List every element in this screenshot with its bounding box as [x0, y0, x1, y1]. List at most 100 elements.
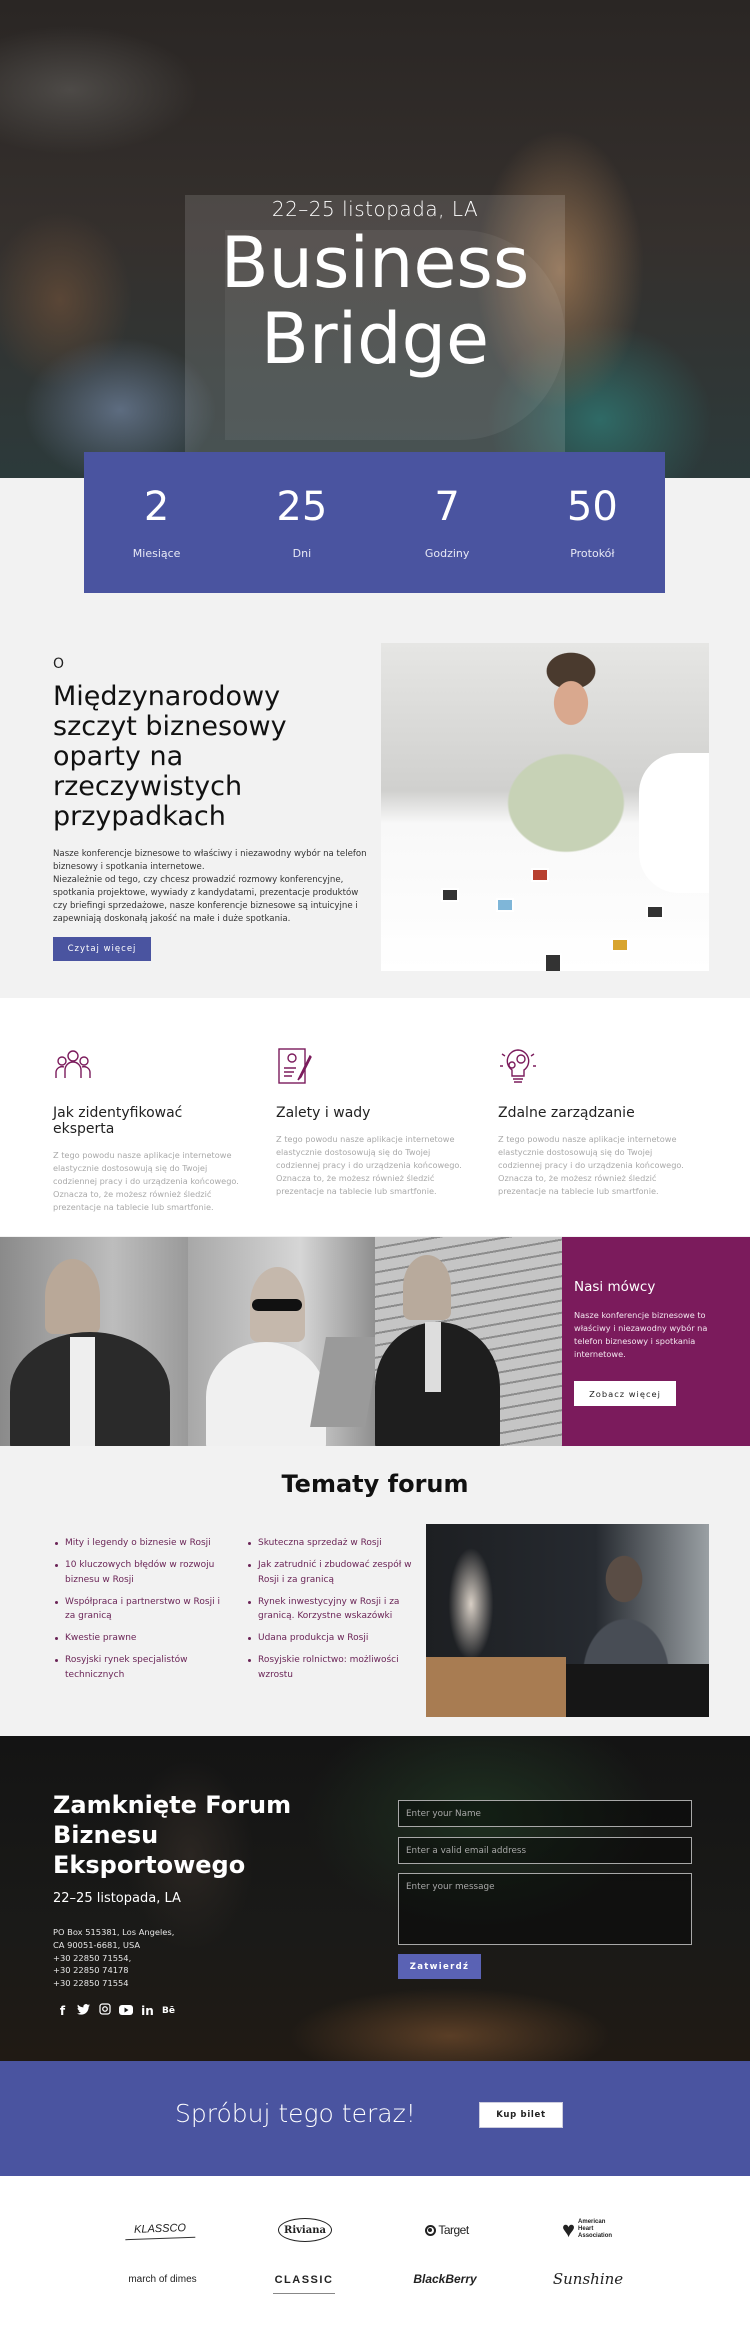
feature-item: Jak zidentyfikować eksperta Z tego powod…: [53, 1046, 243, 1214]
logo-target: Target: [418, 2220, 476, 2240]
countdown-hours: 7 Godziny: [375, 452, 520, 593]
about-eyebrow: O: [53, 656, 65, 672]
topics-image-presentation: [426, 1524, 709, 1717]
countdown-value: 25: [276, 484, 328, 530]
about-text: Nasze konferencje biznesowe to właściwy …: [53, 848, 373, 926]
topic-item: Kwestie prawne: [53, 1631, 228, 1646]
topics-title: Tematy forum: [281, 1470, 469, 1498]
topic-item: 10 kluczowych błędów w rozwoju biznesu w…: [53, 1558, 228, 1587]
contact-date: 22–25 listopada, LA: [53, 1891, 181, 1906]
speaker-head: [403, 1255, 451, 1320]
photo-card: [611, 938, 629, 952]
partner-logos: KLASSCO Riviana Target ♥ American Heart A…: [0, 2176, 750, 2339]
feature-title: Zdalne zarządzanie: [498, 1105, 635, 1121]
topic-item: Jak zatrudnić i zbudować zespół w Rosji …: [246, 1558, 421, 1587]
topics-list-1: Mity i legendy o biznesie w Rosji 10 klu…: [53, 1536, 228, 1690]
twitter-icon[interactable]: [77, 2003, 90, 2018]
topic-item: Rosyjski rynek specjalistów technicznych: [53, 1653, 228, 1682]
target-icon: [425, 2224, 437, 2236]
topic-item: Skuteczna sprzedaż w Rosji: [246, 1536, 421, 1551]
about-paragraph: Niezależnie od tego, czy chcesz prowadzi…: [53, 875, 359, 924]
feature-text: Z tego powodu nasze aplikacje internetow…: [53, 1150, 239, 1212]
logo-klassco: KLASSCO: [124, 2217, 196, 2241]
countdown-value: 2: [143, 484, 170, 530]
message-textarea[interactable]: [398, 1873, 692, 1945]
contact-address: PO Box 515381, Los Angeles, CA 90051-668…: [53, 1926, 174, 1990]
cta-text: Spróbuj tego teraz!: [175, 2099, 416, 2128]
topic-item: Rosyjskie rolnictwo: możliwości wzrostu: [246, 1653, 421, 1682]
logo-blackberry: BlackBerry: [413, 2272, 477, 2286]
name-input[interactable]: [398, 1800, 692, 1827]
countdown-panel: 2 Miesiące 25 Dni 7 Godziny 50 Protokół: [84, 452, 665, 593]
contact-title: Zamknięte Forum Biznesu Eksportowego: [53, 1791, 292, 1879]
about-title: Międzynarodowy szczyt biznesowy oparty n…: [53, 681, 287, 832]
photo-card: [531, 868, 549, 882]
logo-target-text: Target: [438, 2223, 469, 2237]
photo-card: [646, 905, 664, 919]
team-icon: [55, 1050, 91, 1078]
hero-title-line2: Bridge: [260, 298, 490, 380]
about-image-meeting: [381, 643, 709, 971]
instagram-icon[interactable]: [98, 2003, 111, 2018]
feature-title: Zalety i wady: [276, 1105, 371, 1121]
about-paragraph: Nasze konferencje biznesowe to właściwy …: [53, 849, 367, 872]
feature-text: Z tego powodu nasze aplikacje internetow…: [276, 1134, 462, 1196]
resume-icon: [278, 1048, 312, 1084]
photo-card: [544, 953, 562, 971]
heart-icon: ♥: [561, 2216, 576, 2242]
hero-date: 22–25 listopada, LA: [271, 197, 479, 221]
submit-button[interactable]: Zatwierdź: [398, 1954, 481, 1979]
chair-shape: [566, 1664, 709, 1717]
logo-riviana: Riviana: [278, 2218, 332, 2242]
photo-card: [441, 888, 459, 902]
topic-item: Rynek inwestycyjny w Rosji i za granicą.…: [246, 1595, 421, 1624]
phone-line: +30 22850 71554: [53, 1978, 129, 1989]
behance-icon[interactable]: Bē: [162, 2006, 175, 2016]
speaker-photo-3: [375, 1237, 562, 1446]
speaker-photo-1: [0, 1237, 188, 1446]
topics-list-2: Skuteczna sprzedaż w Rosji Jak zatrudnić…: [246, 1536, 421, 1690]
photo-card: [496, 898, 514, 912]
logo-aha-text: American Heart Association: [578, 2218, 613, 2239]
feature-title: Jak zidentyfikować eksperta: [53, 1105, 183, 1137]
feature-text: Z tego powodu nasze aplikacje internetow…: [498, 1134, 684, 1196]
countdown-value: 7: [434, 484, 460, 530]
hero-title: Business Bridge: [0, 225, 750, 377]
countdown-label: Dni: [292, 547, 312, 560]
topic-item: Udana produkcja w Rosji: [246, 1631, 421, 1646]
logo-aha: ♥ American Heart Association: [553, 2214, 623, 2244]
linkedin-icon[interactable]: in: [141, 2004, 154, 2018]
countdown-protocol: 50 Protokół: [520, 452, 665, 593]
feature-item: Zdalne zarządzanie Z tego powodu nasze a…: [498, 1046, 688, 1198]
countdown-label: Godziny: [424, 547, 470, 560]
laptop: [310, 1337, 375, 1427]
speaker-body: [206, 1342, 326, 1446]
topic-item: Współpraca i partnerstwo w Rosji i za gr…: [53, 1595, 228, 1624]
logo-classic: CLASSIC: [273, 2266, 335, 2294]
logo-sunshine: Sunshine: [552, 2270, 624, 2288]
email-input[interactable]: [398, 1837, 692, 1864]
see-more-button[interactable]: Zobacz więcej: [574, 1381, 676, 1406]
arm-shape: [639, 753, 709, 893]
lightbulb-gears-icon: [500, 1049, 536, 1083]
facebook-icon[interactable]: f: [56, 2004, 69, 2018]
speakers-title: Nasi mówcy: [574, 1279, 656, 1295]
logo-march-of-dimes: march of dimes: [128, 2273, 197, 2285]
countdown-value: 50: [566, 484, 618, 530]
speaker-head: [45, 1259, 100, 1334]
youtube-icon[interactable]: [119, 2004, 133, 2018]
glasses: [252, 1299, 302, 1311]
phone-line: +30 22850 71554,: [53, 1952, 132, 1963]
table-shape: [426, 1657, 566, 1717]
shirt: [70, 1337, 95, 1446]
buy-ticket-button[interactable]: Kup bilet: [479, 2102, 563, 2128]
countdown-label: Protokół: [570, 547, 615, 560]
speakers-text: Nasze konferencje biznesowe to właściwy …: [574, 1310, 708, 1359]
feature-item: Zalety i wady Z tego powodu nasze aplika…: [276, 1046, 466, 1198]
read-more-button[interactable]: Czytaj więcej: [53, 937, 151, 961]
topic-item: Mity i legendy o biznesie w Rosji: [53, 1536, 228, 1551]
shirt: [425, 1322, 441, 1392]
countdown-label: Miesiące: [132, 547, 181, 560]
social-links: f in Bē: [56, 2003, 175, 2018]
hero-title-line1: Business: [220, 222, 530, 304]
